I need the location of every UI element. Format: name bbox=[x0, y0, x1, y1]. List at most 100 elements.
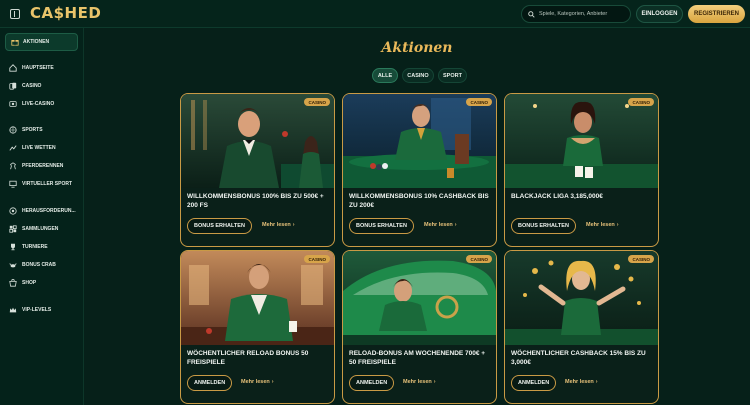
read-more-label: Mehr lesen bbox=[565, 379, 594, 385]
read-more-link[interactable]: Mehr lesen › bbox=[241, 379, 274, 385]
promo-card[interactable]: CASINO WILLKOMMENSBONUS 10% CASHBACK BIS… bbox=[342, 93, 497, 247]
register-promo-button[interactable]: ANMELDEN bbox=[349, 375, 395, 391]
sidebar-item-hauptseite[interactable]: HAUPTSEITE bbox=[9, 63, 54, 73]
promo-title: WILLKOMMENSBONUS 100% BIS ZU 500€ + 200 … bbox=[187, 193, 324, 209]
sidebar-item-vip-levels[interactable]: VIP-LEVELS bbox=[9, 305, 51, 315]
read-more-link[interactable]: Mehr lesen › bbox=[262, 222, 295, 228]
sidebar-item-sports[interactable]: SPORTS bbox=[9, 125, 43, 135]
tab-casino[interactable]: CASINO bbox=[402, 68, 434, 83]
sidebar: AKTIONEN HAUPTSEITE CASINO LIVE-CASINO S… bbox=[0, 28, 84, 405]
sidebar-item-label: HAUPTSEITE bbox=[22, 65, 54, 71]
sidebar-item-label: VIP-LEVELS bbox=[22, 307, 52, 313]
main-content: Aktionen ALLE CASINO SPORT CASINO WILLKO… bbox=[84, 28, 750, 405]
promo-image: CASINO bbox=[343, 94, 496, 188]
ball-icon bbox=[9, 126, 17, 134]
promo-card[interactable]: CASINO WILLKOMMENSBONUS 100% BIS ZU 500€… bbox=[180, 93, 335, 247]
sidebar-item-label: TURNIERE bbox=[22, 244, 48, 250]
sidebar-item-label: PFERDERENNEN bbox=[22, 163, 64, 169]
promo-title: WILLKOMMENSBONUS 10% CASHBACK BIS ZU 200… bbox=[349, 193, 489, 209]
category-badge: CASINO bbox=[466, 255, 492, 263]
read-more-link[interactable]: Mehr lesen › bbox=[586, 222, 619, 228]
shop-icon bbox=[9, 279, 17, 287]
sidebar-item-label: SHOP bbox=[22, 280, 37, 286]
sidebar-item-pferderennen[interactable]: PFERDERENNEN bbox=[9, 161, 63, 171]
read-more-label: Mehr lesen bbox=[262, 222, 291, 228]
sidebar-item-label: LIVE-CASINO bbox=[22, 101, 55, 107]
category-badge: CASINO bbox=[628, 255, 654, 263]
search-box[interactable] bbox=[521, 5, 631, 23]
crab-icon bbox=[9, 263, 17, 268]
sidebar-item-bonus-crab[interactable]: BONUS CRAB bbox=[9, 260, 56, 270]
sidebar-item-label: HERAUSFORDERUN... bbox=[22, 208, 76, 214]
chevron-right-icon: › bbox=[595, 379, 598, 385]
sidebar-item-virtueller-sport[interactable]: VIRTUELLER SPORT bbox=[9, 179, 72, 189]
promo-card[interactable]: CASINO WÖCHENTLICHER RELOAD BONUS 50 FRE… bbox=[180, 250, 335, 404]
read-more-label: Mehr lesen bbox=[586, 222, 615, 228]
collection-icon bbox=[9, 225, 17, 233]
promo-image: CASINO bbox=[505, 251, 658, 345]
promo-image: CASINO bbox=[181, 94, 334, 188]
sidebar-item-casino[interactable]: CASINO bbox=[9, 81, 41, 91]
search-icon bbox=[528, 10, 535, 18]
chevron-right-icon: › bbox=[454, 222, 457, 228]
category-badge: CASINO bbox=[304, 255, 330, 263]
crown-icon bbox=[9, 307, 17, 313]
sidebar-item-shop[interactable]: SHOP bbox=[9, 278, 36, 288]
sidebar-item-aktionen[interactable]: AKTIONEN bbox=[5, 33, 78, 51]
read-more-label: Mehr lesen bbox=[403, 379, 432, 385]
sidebar-item-label: AKTIONEN bbox=[23, 39, 50, 45]
sidebar-item-live-wetten[interactable]: LIVE WETTEN bbox=[9, 143, 56, 153]
sidebar-item-turniere[interactable]: TURNIERE bbox=[9, 242, 48, 252]
sidebar-item-label: SAMMLUNGEN bbox=[22, 226, 59, 232]
page-title: Aktionen bbox=[381, 40, 453, 56]
promo-title: WÖCHENTLICHER CASHBACK 15% BIS ZU 3,000€ bbox=[511, 350, 646, 366]
bonus-button[interactable]: BONUS ERHALTEN bbox=[187, 218, 252, 234]
sidebar-item-label: VIRTUELLER SPORT bbox=[22, 181, 73, 187]
promo-image: CASINO bbox=[181, 251, 334, 345]
tab-alle[interactable]: ALLE bbox=[372, 68, 398, 83]
promo-card[interactable]: CASINO WÖCHENTLICHER CASHBACK 15% BIS ZU… bbox=[504, 250, 659, 404]
read-more-label: Mehr lesen bbox=[424, 222, 453, 228]
read-more-link[interactable]: Mehr lesen › bbox=[424, 222, 457, 228]
promo-title: BLACKJACK LIGA 3,185,000€ bbox=[511, 193, 603, 200]
promo-card[interactable]: CASINO RELOAD-BONUS AM WOCHENENDE 700€ +… bbox=[342, 250, 497, 404]
promo-image: CASINO bbox=[343, 251, 496, 345]
sidebar-item-live-casino[interactable]: LIVE-CASINO bbox=[9, 99, 54, 109]
monitor-icon bbox=[9, 180, 17, 188]
tab-sport[interactable]: SPORT bbox=[438, 68, 467, 83]
read-more-link[interactable]: Mehr lesen › bbox=[403, 379, 436, 385]
sidebar-item-label: LIVE WETTEN bbox=[22, 145, 56, 151]
sidebar-toggle-icon[interactable] bbox=[10, 9, 20, 19]
register-promo-button[interactable]: ANMELDEN bbox=[511, 375, 557, 391]
register-promo-button[interactable]: ANMELDEN bbox=[187, 375, 233, 391]
top-bar: CA$HED EINLOGGEN REGISTRIEREN bbox=[0, 0, 750, 28]
category-badge: CASINO bbox=[628, 98, 654, 106]
sidebar-item-label: BONUS CRAB bbox=[22, 262, 56, 268]
read-more-link[interactable]: Mehr lesen › bbox=[565, 379, 598, 385]
chevron-right-icon: › bbox=[292, 222, 295, 228]
bonus-button[interactable]: BONUS ERHALTEN bbox=[349, 218, 414, 234]
category-badge: CASINO bbox=[466, 98, 492, 106]
brand-logo[interactable]: CA$HED bbox=[30, 4, 101, 22]
horse-icon bbox=[10, 162, 16, 170]
sidebar-item-label: SPORTS bbox=[22, 127, 43, 133]
live-icon bbox=[9, 101, 17, 107]
trophy-icon bbox=[11, 243, 15, 251]
sidebar-item-herausforderungen[interactable]: HERAUSFORDERUN... bbox=[9, 206, 76, 216]
promo-title: WÖCHENTLICHER RELOAD BONUS 50 FREISPIELE bbox=[187, 350, 309, 366]
sidebar-item-label: CASINO bbox=[22, 83, 42, 89]
bonus-button[interactable]: BONUS ERHALTEN bbox=[511, 218, 576, 234]
cards-icon bbox=[9, 82, 17, 90]
chart-icon bbox=[9, 145, 17, 151]
search-input[interactable] bbox=[539, 11, 627, 17]
home-icon bbox=[9, 64, 17, 72]
read-more-label: Mehr lesen bbox=[241, 379, 270, 385]
promo-image: CASINO bbox=[505, 94, 658, 188]
login-button[interactable]: EINLOGGEN bbox=[636, 5, 683, 23]
register-button[interactable]: REGISTRIEREN bbox=[688, 5, 745, 23]
category-badge: CASINO bbox=[304, 98, 330, 106]
promo-card[interactable]: CASINO BLACKJACK LIGA 3,185,000€ BONUS E… bbox=[504, 93, 659, 247]
chevron-right-icon: › bbox=[271, 379, 274, 385]
target-icon bbox=[9, 207, 17, 215]
sidebar-item-sammlungen[interactable]: SAMMLUNGEN bbox=[9, 224, 58, 234]
